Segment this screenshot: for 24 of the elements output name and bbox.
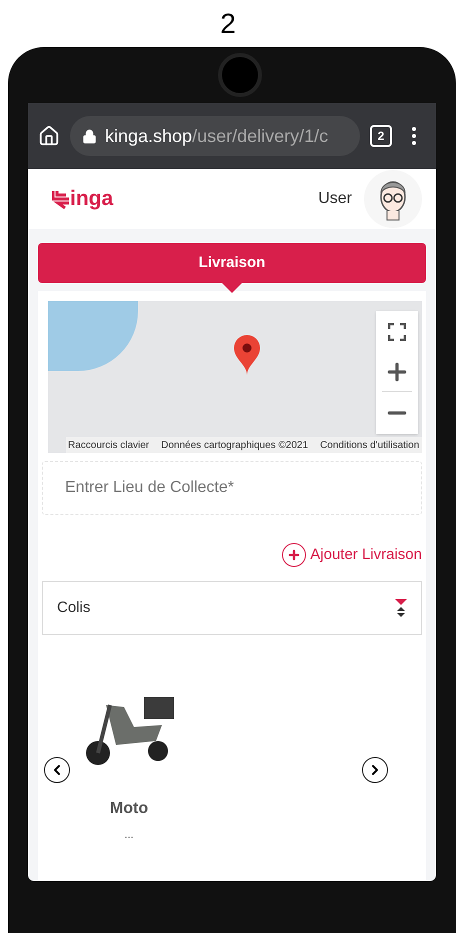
- map-attribution-link[interactable]: Raccourcis clavier: [68, 438, 150, 452]
- logo-icon: [52, 189, 70, 209]
- map-attribution-link[interactable]: Données cartographiques ©2021: [161, 438, 308, 452]
- logo-text: inga: [70, 186, 114, 212]
- add-delivery-link[interactable]: Ajouter Livraison: [282, 543, 422, 567]
- lock-icon: [82, 128, 97, 144]
- select-arrows-icon: [395, 599, 407, 617]
- user-name: User: [318, 189, 352, 209]
- address-bar[interactable]: kinga.shop/user/delivery/1/c: [70, 116, 360, 156]
- package-select[interactable]: Colis: [42, 581, 422, 635]
- page-number: 2: [220, 6, 236, 40]
- map[interactable]: Raccourcis clavier Données cartographiques ©2021 Conditions d'utilisation: [48, 301, 422, 453]
- tab-count[interactable]: 2: [370, 125, 392, 147]
- camera-icon: [218, 53, 262, 97]
- pickup-input-field[interactable]: Entrer Lieu de Collecte*: [42, 461, 422, 515]
- map-pin-icon: [234, 335, 260, 375]
- map-attribution-link[interactable]: Conditions d'utilisation: [320, 438, 420, 452]
- vehicle-description: ...: [124, 828, 134, 843]
- previous-button[interactable]: [44, 757, 70, 783]
- fullscreen-icon[interactable]: [388, 323, 406, 341]
- next-button[interactable]: [362, 757, 388, 783]
- home-icon[interactable]: [38, 125, 60, 147]
- vehicle-name: Moto: [110, 799, 148, 819]
- url-text: kinga.shop/user/delivery/1/c: [105, 124, 328, 148]
